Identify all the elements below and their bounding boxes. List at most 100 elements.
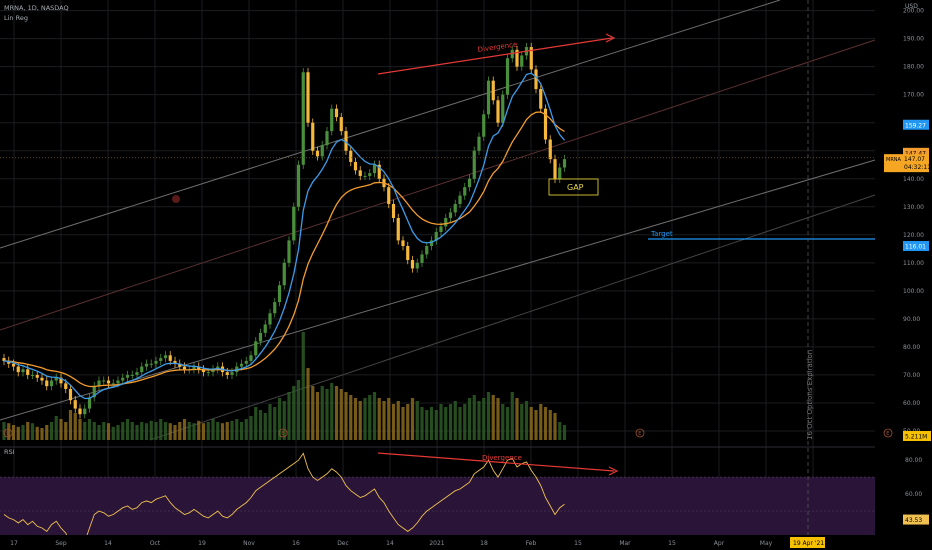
volume-bar [368, 395, 372, 440]
candle-body [472, 150, 476, 179]
volume-bar [116, 425, 120, 440]
candle-body [49, 380, 54, 387]
volume-bar [320, 386, 324, 440]
volume-bar [377, 398, 381, 440]
candle-body [553, 159, 557, 179]
candle-body [496, 100, 500, 123]
currency-label: USD [905, 3, 918, 10]
volume-bar [334, 386, 339, 440]
volume-bar [40, 428, 44, 440]
candle-body [520, 55, 524, 67]
candle-body [311, 122, 315, 151]
volume-bar [434, 410, 438, 440]
volume-bar [173, 425, 177, 440]
candle-body [40, 377, 44, 381]
volume-bar [510, 392, 514, 440]
candle-body [263, 324, 267, 333]
time-tick-label: 2021 [429, 540, 444, 547]
volume-bar [64, 422, 68, 440]
candle-body [130, 374, 134, 376]
volume-bar [325, 389, 329, 440]
candle-body [258, 332, 263, 342]
candle-body [391, 203, 396, 218]
earnings-icon-label: E [281, 431, 284, 437]
candle-body [444, 217, 448, 227]
candle-body [401, 240, 405, 247]
candle-body [111, 383, 115, 385]
symbol-price: 147.07 [904, 156, 925, 163]
candle-body [287, 240, 291, 263]
time-tick-label: 19 [198, 540, 206, 547]
candle-body [505, 58, 510, 95]
rsi-value-tag: 43.53 [905, 517, 922, 524]
candle-body [140, 366, 144, 373]
volume-tag: 5.211M [905, 434, 927, 441]
volume-bar [562, 425, 567, 440]
volume-bar [254, 407, 258, 440]
volume-bar [54, 416, 58, 440]
candle-body [73, 400, 77, 409]
volume-bar [30, 423, 35, 440]
candle-body [254, 341, 258, 356]
volume-bar [553, 413, 557, 440]
candle-body [102, 380, 106, 382]
candle-body [339, 117, 343, 132]
candle-body [277, 285, 282, 303]
price-tick-label: 180.00 [903, 64, 924, 71]
volume-bar [258, 410, 263, 440]
expiration-label: 16 Oct Options Expiration [806, 350, 814, 440]
candle-body [230, 372, 234, 375]
volume-bar [149, 420, 153, 440]
rsi-tick-60: 60.00 [905, 491, 922, 498]
candle-body [149, 363, 153, 365]
candle-body [26, 369, 30, 375]
volume-bar [330, 383, 334, 440]
price-tick-label: 170.00 [903, 92, 924, 99]
candle-body [225, 372, 229, 375]
candle-body [168, 355, 172, 361]
gap-label: GAP [567, 183, 584, 192]
price-tick-label: 130.00 [903, 204, 924, 211]
volume-bar [163, 422, 168, 440]
volume-bar [125, 419, 130, 440]
volume-bar [187, 422, 191, 440]
volume-bar [216, 422, 220, 440]
volume-bar [453, 401, 457, 440]
time-tick-label: 14 [104, 540, 112, 547]
volume-bar [268, 404, 272, 440]
candle-body [268, 313, 272, 325]
volume-bar [2, 422, 6, 440]
volume-bar [458, 407, 462, 440]
volume-bar [78, 419, 82, 440]
candle-body [320, 145, 324, 157]
volume-bar [296, 380, 301, 440]
candle-body [45, 380, 49, 387]
volume-bar [144, 423, 149, 440]
volume-bar [121, 422, 125, 440]
volume-bar [467, 398, 472, 440]
candle-body [334, 108, 339, 118]
volume-bar [192, 423, 196, 440]
volume-bar [543, 407, 548, 440]
candle-body [239, 363, 244, 367]
candle-body [163, 355, 168, 359]
volume-bar [21, 425, 25, 440]
candle-body [453, 203, 457, 213]
price-tick-label: 110.00 [903, 260, 924, 267]
candle-body [315, 150, 320, 157]
volume-bar [301, 332, 305, 440]
volume-bar [159, 419, 163, 440]
candle-body [306, 72, 310, 123]
volume-bar [472, 395, 476, 440]
volume-bar [401, 407, 405, 440]
candle-body [206, 372, 210, 374]
volume-bar [249, 416, 253, 440]
volume-bar [406, 404, 410, 440]
volume-bar [83, 422, 87, 440]
volume-bar [235, 419, 239, 440]
volume-bar [477, 401, 481, 440]
candle-body [244, 360, 248, 364]
volume-bar [140, 422, 144, 440]
candle-body [482, 114, 486, 137]
volume-bar [420, 407, 424, 440]
